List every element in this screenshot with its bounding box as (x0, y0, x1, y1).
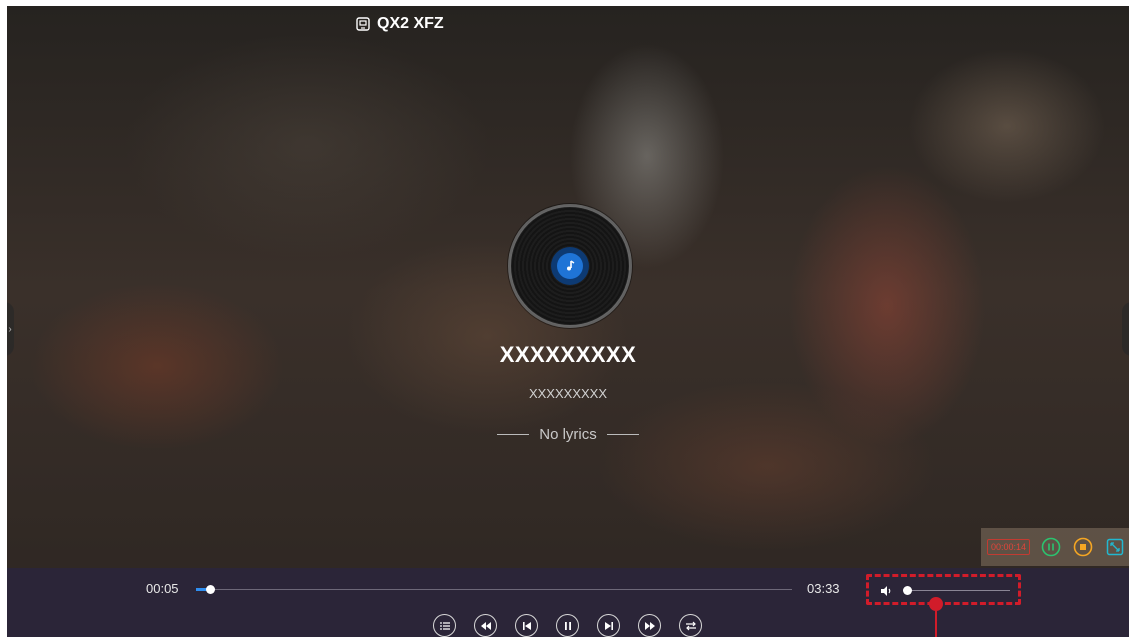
progress-knob[interactable] (206, 585, 216, 594)
next-button[interactable] (597, 614, 620, 637)
song-artist: XXXXXXXXX (528, 386, 608, 401)
repeat-mode-icon (685, 621, 696, 630)
rewind-icon (480, 621, 491, 630)
fast-forward-button[interactable] (638, 614, 661, 637)
elapsed-time: 00:05 (146, 581, 179, 596)
chevron-right-icon: › (8, 323, 12, 335)
media-player-screen: QX2 XFZ › XXXXXXXXX XXXXXXXXX No lyrics … (7, 6, 1129, 637)
record-timer: 00:00:14 (987, 539, 1031, 555)
device-title: QX2 XFZ (356, 14, 444, 34)
expand-record-button[interactable] (1104, 536, 1126, 558)
screen-record-panel: 00:00:14 (981, 528, 1129, 566)
song-title: XXXXXXXXX (499, 342, 637, 367)
transport-controls (433, 614, 702, 637)
music-note-icon (567, 260, 575, 271)
volume-control (866, 574, 1021, 605)
playback-control-bar: 00:05 03:33 (7, 568, 1129, 637)
stop-record-icon (1073, 537, 1093, 557)
disc-label (551, 247, 589, 285)
cast-screen-icon (356, 17, 370, 31)
divider (606, 434, 639, 435)
stop-record-button[interactable] (1072, 536, 1094, 558)
volume-knob[interactable] (903, 586, 913, 595)
device-name: QX2 XFZ (377, 15, 444, 32)
volume-slider[interactable] (903, 586, 1010, 595)
callout-line (935, 608, 937, 637)
speaker-icon[interactable] (880, 585, 892, 597)
pause-icon (564, 621, 571, 630)
playlist-button[interactable] (433, 614, 456, 637)
pause-record-icon (1041, 537, 1061, 557)
divider (497, 434, 530, 435)
progress-slider[interactable] (196, 585, 792, 594)
previous-icon (522, 621, 531, 630)
previous-button[interactable] (515, 614, 538, 637)
next-icon (604, 621, 613, 630)
pause-button[interactable] (556, 614, 579, 637)
fast-forward-icon (644, 621, 655, 630)
total-duration: 03:33 (807, 581, 840, 596)
album-disc (508, 204, 632, 328)
pause-record-button[interactable] (1040, 536, 1062, 558)
repeat-mode-button[interactable] (679, 614, 702, 637)
lyrics-area: No lyrics (7, 426, 1129, 443)
playlist-icon (439, 621, 450, 630)
rewind-button[interactable] (474, 614, 497, 637)
lyrics-text: No lyrics (539, 426, 597, 443)
expand-icon (1106, 538, 1124, 556)
